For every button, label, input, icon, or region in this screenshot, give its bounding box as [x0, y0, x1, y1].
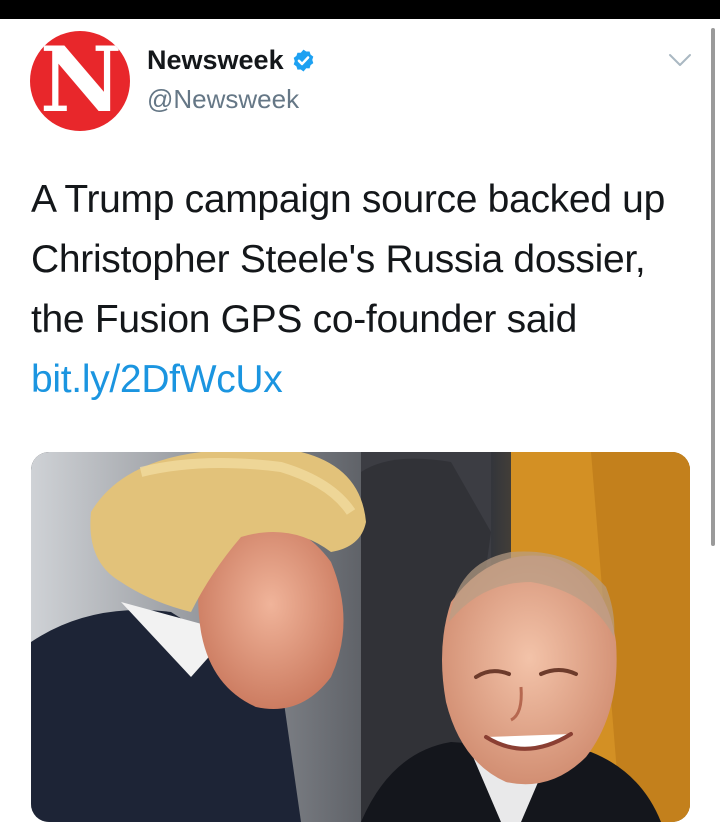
status-bar	[0, 0, 720, 19]
avatar-letter: N	[39, 31, 122, 131]
display-name[interactable]: Newsweek	[147, 45, 284, 76]
scrollbar[interactable]	[711, 28, 715, 546]
avatar[interactable]: N	[30, 31, 130, 131]
photo-image	[31, 452, 690, 822]
tweet-link[interactable]: bit.ly/2DfWcUx	[31, 358, 283, 401]
handle[interactable]: @Newsweek	[147, 84, 299, 115]
verified-badge-icon	[293, 49, 313, 72]
tweet-body: A Trump campaign source backed up Christ…	[31, 178, 665, 341]
chevron-down-icon[interactable]	[668, 52, 692, 68]
tweet-photo[interactable]	[31, 452, 690, 822]
name-row: Newsweek	[147, 45, 316, 76]
tweet-text: A Trump campaign source backed up Christ…	[31, 170, 691, 410]
